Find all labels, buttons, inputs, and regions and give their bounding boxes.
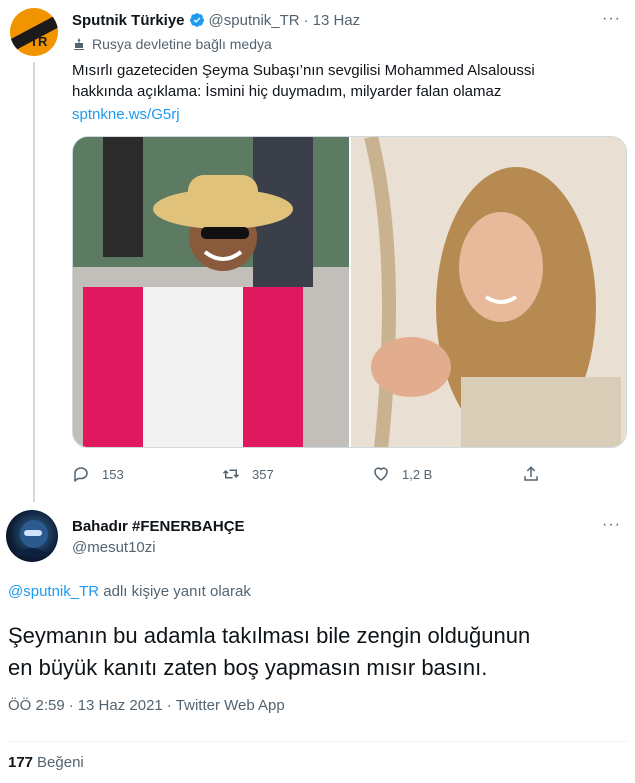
thread-line: [33, 62, 35, 502]
reply-mention-link[interactable]: @sputnik_TR: [8, 583, 99, 600]
likes-summary[interactable]: 177 Beğeni: [8, 754, 84, 771]
more-icon[interactable]: ···: [602, 10, 621, 28]
retweet-icon: [222, 469, 240, 479]
verified-badge-icon: [189, 13, 204, 27]
tweet-text-line-2: en büyük kanıtı zaten boş yapmasın mısır…: [8, 655, 488, 680]
tweet-meta: ÖÖ 2:59 · 13 Haz 2021 · Twitter Web App: [8, 697, 285, 714]
author-name[interactable]: Sputnik Türkiye: [72, 12, 185, 29]
like-label: Beğeni: [37, 754, 84, 771]
tweet-text-line-1: Mısırlı gazeteciden Şeyma Subaşı’nın sev…: [72, 62, 535, 79]
tweet-text: Şeymanın bu adamla takılması bile zengin…: [8, 620, 628, 684]
man-photo-illustration: [73, 137, 349, 447]
avatar-illustration: [14, 520, 50, 556]
tweet-header: Sputnik Türkiye @sputnik_TR · 13 Haz: [72, 10, 360, 30]
reply-button[interactable]: 153: [72, 465, 222, 483]
separator-dot: ·: [303, 11, 309, 29]
woman-photo-illustration: [351, 137, 626, 447]
state-media-label[interactable]: Rusya devletine bağlı medya: [72, 36, 272, 52]
separator-dot: ·: [166, 697, 172, 714]
tweet-time[interactable]: ÖÖ 2:59: [8, 697, 65, 714]
heart-icon: [374, 467, 388, 481]
retweet-count: 357: [252, 466, 274, 482]
author-handle[interactable]: @mesut10zi: [72, 539, 156, 556]
avatar-text: TR: [30, 34, 48, 49]
tweet-text-line-2: hakkında açıklama: İsmini hiç duymadım, …: [72, 83, 502, 100]
tweet-text: Mısırlı gazeteciden Şeyma Subaşı’nın sev…: [72, 60, 617, 102]
divider: [8, 741, 627, 742]
tweet-source[interactable]: Twitter Web App: [176, 697, 285, 714]
bahadir-avatar[interactable]: [6, 510, 58, 562]
author-name[interactable]: Bahadır #FENERBAHÇE: [72, 518, 245, 535]
tweet-text-line-1: Şeymanın bu adamla takılması bile zengin…: [8, 623, 531, 648]
reply-count: 153: [102, 466, 124, 482]
tweet-date[interactable]: 13 Haz 2021: [78, 697, 163, 714]
replying-to: @sputnik_TR adlı kişiye yanıt olarak: [8, 583, 251, 600]
reply-tweet[interactable]: Bahadır #FENERBAHÇE @mesut10zi ··· @sput…: [0, 500, 635, 783]
separator-dot: ·: [68, 697, 74, 714]
reply-icon: [74, 467, 88, 483]
tweet-actions: 153 357 1,2 B: [72, 462, 552, 486]
more-icon[interactable]: ···: [602, 516, 621, 534]
media-grid[interactable]: [72, 136, 627, 448]
tweet-date[interactable]: 13 Haz: [313, 12, 361, 29]
photo-man-pink-suit[interactable]: [73, 137, 349, 447]
original-tweet[interactable]: TR Sputnik Türkiye @sputnik_TR · 13 Haz …: [0, 0, 635, 502]
state-media-flag-icon: [74, 38, 84, 50]
sputnik-avatar[interactable]: TR: [10, 8, 58, 56]
reply-suffix: adlı kişiye yanıt olarak: [99, 583, 251, 600]
photo-woman[interactable]: [351, 137, 626, 447]
share-icon: [524, 466, 538, 481]
share-button[interactable]: [522, 465, 552, 483]
state-media-text: Rusya devletine bağlı medya: [92, 36, 272, 52]
like-total: 177: [8, 754, 34, 771]
author-handle[interactable]: @sputnik_TR: [209, 12, 300, 29]
like-button[interactable]: 1,2 B: [372, 465, 522, 483]
like-count: 1,2 B: [402, 466, 433, 482]
tweet-link[interactable]: sptnkne.ws/G5rj: [72, 106, 180, 123]
retweet-button[interactable]: 357: [222, 465, 372, 483]
